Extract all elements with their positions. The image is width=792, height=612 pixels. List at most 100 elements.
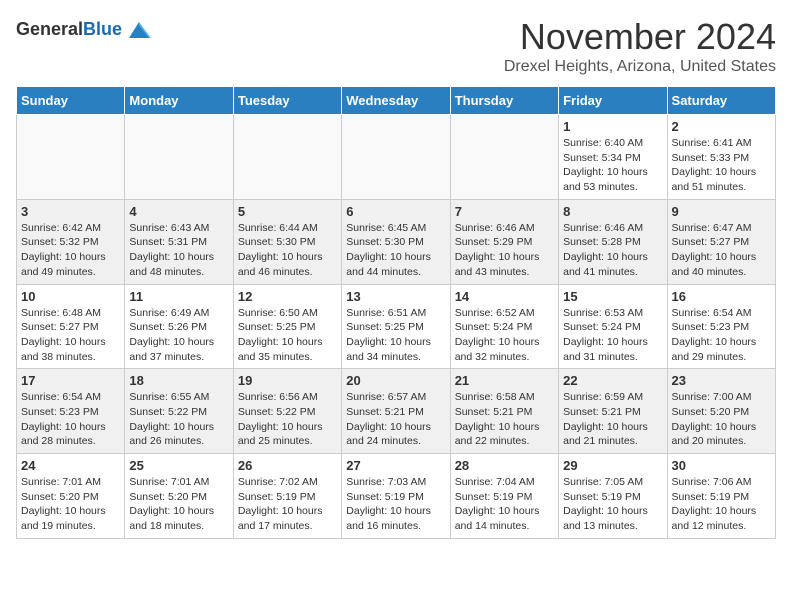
day-number: 7 bbox=[455, 204, 554, 219]
calendar-cell: 6 Sunrise: 6:45 AMSunset: 5:30 PMDaylight… bbox=[342, 199, 450, 284]
day-info: Sunrise: 6:44 AMSunset: 5:30 PMDaylight:… bbox=[238, 221, 337, 280]
calendar-cell: 13 Sunrise: 6:51 AMSunset: 5:25 PMDayligh… bbox=[342, 284, 450, 369]
calendar-cell: 7 Sunrise: 6:46 AMSunset: 5:29 PMDaylight… bbox=[450, 199, 558, 284]
day-number: 9 bbox=[672, 204, 771, 219]
calendar-cell bbox=[342, 115, 450, 200]
calendar-header-wednesday: Wednesday bbox=[342, 87, 450, 115]
calendar-cell: 21 Sunrise: 6:58 AMSunset: 5:21 PMDayligh… bbox=[450, 369, 558, 454]
calendar-header-saturday: Saturday bbox=[667, 87, 775, 115]
calendar-cell: 30Sunrise: 7:06 AMSunset: 5:19 PMDayligh… bbox=[667, 454, 775, 539]
calendar: SundayMondayTuesdayWednesdayThursdayFrid… bbox=[16, 86, 776, 539]
week-row-3: 17Sunrise: 6:54 AMSunset: 5:23 PMDayligh… bbox=[17, 369, 776, 454]
day-info: Sunrise: 7:01 AMSunset: 5:20 PMDaylight:… bbox=[129, 475, 228, 534]
calendar-cell: 27Sunrise: 7:03 AMSunset: 5:19 PMDayligh… bbox=[342, 454, 450, 539]
calendar-cell: 11 Sunrise: 6:49 AMSunset: 5:26 PMDayligh… bbox=[125, 284, 233, 369]
day-number: 27 bbox=[346, 458, 445, 473]
day-info: Sunrise: 6:58 AMSunset: 5:21 PMDaylight:… bbox=[455, 390, 554, 449]
day-info: Sunrise: 7:04 AMSunset: 5:19 PMDaylight:… bbox=[455, 475, 554, 534]
day-info: Sunrise: 6:54 AMSunset: 5:23 PMDaylight:… bbox=[21, 390, 120, 449]
page: GeneralBlue November 2024 Drexel Heights… bbox=[0, 0, 792, 555]
calendar-cell: 18Sunrise: 6:55 AMSunset: 5:22 PMDayligh… bbox=[125, 369, 233, 454]
calendar-cell bbox=[450, 115, 558, 200]
day-info: Sunrise: 6:41 AMSunset: 5:33 PMDaylight:… bbox=[672, 136, 771, 195]
calendar-cell: 4 Sunrise: 6:43 AMSunset: 5:31 PMDaylight… bbox=[125, 199, 233, 284]
day-number: 19 bbox=[238, 373, 337, 388]
day-info: Sunrise: 6:43 AMSunset: 5:31 PMDaylight:… bbox=[129, 221, 228, 280]
calendar-cell: 15 Sunrise: 6:53 AMSunset: 5:24 PMDayligh… bbox=[559, 284, 667, 369]
calendar-cell: 19Sunrise: 6:56 AMSunset: 5:22 PMDayligh… bbox=[233, 369, 341, 454]
day-info: Sunrise: 7:02 AMSunset: 5:19 PMDaylight:… bbox=[238, 475, 337, 534]
day-number: 26 bbox=[238, 458, 337, 473]
day-number: 8 bbox=[563, 204, 662, 219]
day-info: Sunrise: 6:59 AMSunset: 5:21 PMDaylight:… bbox=[563, 390, 662, 449]
calendar-cell: 22 Sunrise: 6:59 AMSunset: 5:21 PMDayligh… bbox=[559, 369, 667, 454]
calendar-cell: 1Sunrise: 6:40 AMSunset: 5:34 PMDaylight… bbox=[559, 115, 667, 200]
calendar-cell: 26 Sunrise: 7:02 AMSunset: 5:19 PMDayligh… bbox=[233, 454, 341, 539]
day-info: Sunrise: 6:52 AMSunset: 5:24 PMDaylight:… bbox=[455, 306, 554, 365]
day-info: Sunrise: 6:53 AMSunset: 5:24 PMDaylight:… bbox=[563, 306, 662, 365]
day-info: Sunrise: 6:57 AMSunset: 5:21 PMDaylight:… bbox=[346, 390, 445, 449]
month-title: November 2024 bbox=[504, 16, 776, 58]
day-number: 6 bbox=[346, 204, 445, 219]
day-number: 25 bbox=[129, 458, 228, 473]
calendar-header-tuesday: Tuesday bbox=[233, 87, 341, 115]
day-number: 15 bbox=[563, 289, 662, 304]
logo: GeneralBlue bbox=[16, 16, 153, 44]
day-info: Sunrise: 7:05 AMSunset: 5:19 PMDaylight:… bbox=[563, 475, 662, 534]
day-number: 2 bbox=[672, 119, 771, 134]
logo-blue-text: Blue bbox=[83, 19, 122, 39]
calendar-header-row: SundayMondayTuesdayWednesdayThursdayFrid… bbox=[17, 87, 776, 115]
calendar-header-thursday: Thursday bbox=[450, 87, 558, 115]
calendar-cell: 23Sunrise: 7:00 AMSunset: 5:20 PMDayligh… bbox=[667, 369, 775, 454]
day-number: 29 bbox=[563, 458, 662, 473]
calendar-cell: 2 Sunrise: 6:41 AMSunset: 5:33 PMDaylight… bbox=[667, 115, 775, 200]
day-number: 13 bbox=[346, 289, 445, 304]
day-info: Sunrise: 6:49 AMSunset: 5:26 PMDaylight:… bbox=[129, 306, 228, 365]
day-info: Sunrise: 6:55 AMSunset: 5:22 PMDaylight:… bbox=[129, 390, 228, 449]
location: Drexel Heights, Arizona, United States bbox=[504, 58, 776, 76]
calendar-cell: 16 Sunrise: 6:54 AMSunset: 5:23 PMDayligh… bbox=[667, 284, 775, 369]
calendar-cell: 3Sunrise: 6:42 AMSunset: 5:32 PMDaylight… bbox=[17, 199, 125, 284]
day-number: 24 bbox=[21, 458, 120, 473]
calendar-cell: 24 Sunrise: 7:01 AMSunset: 5:20 PMDayligh… bbox=[17, 454, 125, 539]
day-number: 21 bbox=[455, 373, 554, 388]
day-info: Sunrise: 6:47 AMSunset: 5:27 PMDaylight:… bbox=[672, 221, 771, 280]
logo-general-text: General bbox=[16, 19, 83, 39]
calendar-cell bbox=[125, 115, 233, 200]
header: GeneralBlue November 2024 Drexel Heights… bbox=[16, 16, 776, 76]
day-info: Sunrise: 6:51 AMSunset: 5:25 PMDaylight:… bbox=[346, 306, 445, 365]
calendar-cell: 9 Sunrise: 6:47 AMSunset: 5:27 PMDaylight… bbox=[667, 199, 775, 284]
calendar-cell: 17Sunrise: 6:54 AMSunset: 5:23 PMDayligh… bbox=[17, 369, 125, 454]
day-number: 14 bbox=[455, 289, 554, 304]
day-number: 12 bbox=[238, 289, 337, 304]
calendar-cell: 5Sunrise: 6:44 AMSunset: 5:30 PMDaylight… bbox=[233, 199, 341, 284]
week-row-2: 10 Sunrise: 6:48 AMSunset: 5:27 PMDayligh… bbox=[17, 284, 776, 369]
day-number: 16 bbox=[672, 289, 771, 304]
day-number: 20 bbox=[346, 373, 445, 388]
day-info: Sunrise: 6:54 AMSunset: 5:23 PMDaylight:… bbox=[672, 306, 771, 365]
day-number: 10 bbox=[21, 289, 120, 304]
day-number: 22 bbox=[563, 373, 662, 388]
calendar-cell: 14 Sunrise: 6:52 AMSunset: 5:24 PMDayligh… bbox=[450, 284, 558, 369]
day-info: Sunrise: 6:46 AMSunset: 5:28 PMDaylight:… bbox=[563, 221, 662, 280]
day-number: 28 bbox=[455, 458, 554, 473]
calendar-cell: 20 Sunrise: 6:57 AMSunset: 5:21 PMDayligh… bbox=[342, 369, 450, 454]
day-number: 1 bbox=[563, 119, 662, 134]
day-info: Sunrise: 6:46 AMSunset: 5:29 PMDaylight:… bbox=[455, 221, 554, 280]
day-info: Sunrise: 6:50 AMSunset: 5:25 PMDaylight:… bbox=[238, 306, 337, 365]
week-row-1: 3Sunrise: 6:42 AMSunset: 5:32 PMDaylight… bbox=[17, 199, 776, 284]
logo-icon bbox=[125, 16, 153, 44]
header-right: November 2024 Drexel Heights, Arizona, U… bbox=[504, 16, 776, 76]
day-info: Sunrise: 6:45 AMSunset: 5:30 PMDaylight:… bbox=[346, 221, 445, 280]
day-number: 11 bbox=[129, 289, 228, 304]
calendar-cell: 29 Sunrise: 7:05 AMSunset: 5:19 PMDayligh… bbox=[559, 454, 667, 539]
day-info: Sunrise: 7:01 AMSunset: 5:20 PMDaylight:… bbox=[21, 475, 120, 534]
day-number: 4 bbox=[129, 204, 228, 219]
day-info: Sunrise: 7:00 AMSunset: 5:20 PMDaylight:… bbox=[672, 390, 771, 449]
calendar-header-friday: Friday bbox=[559, 87, 667, 115]
day-info: Sunrise: 6:48 AMSunset: 5:27 PMDaylight:… bbox=[21, 306, 120, 365]
day-info: Sunrise: 7:06 AMSunset: 5:19 PMDaylight:… bbox=[672, 475, 771, 534]
day-info: Sunrise: 6:42 AMSunset: 5:32 PMDaylight:… bbox=[21, 221, 120, 280]
calendar-cell: 28 Sunrise: 7:04 AMSunset: 5:19 PMDayligh… bbox=[450, 454, 558, 539]
calendar-header-sunday: Sunday bbox=[17, 87, 125, 115]
